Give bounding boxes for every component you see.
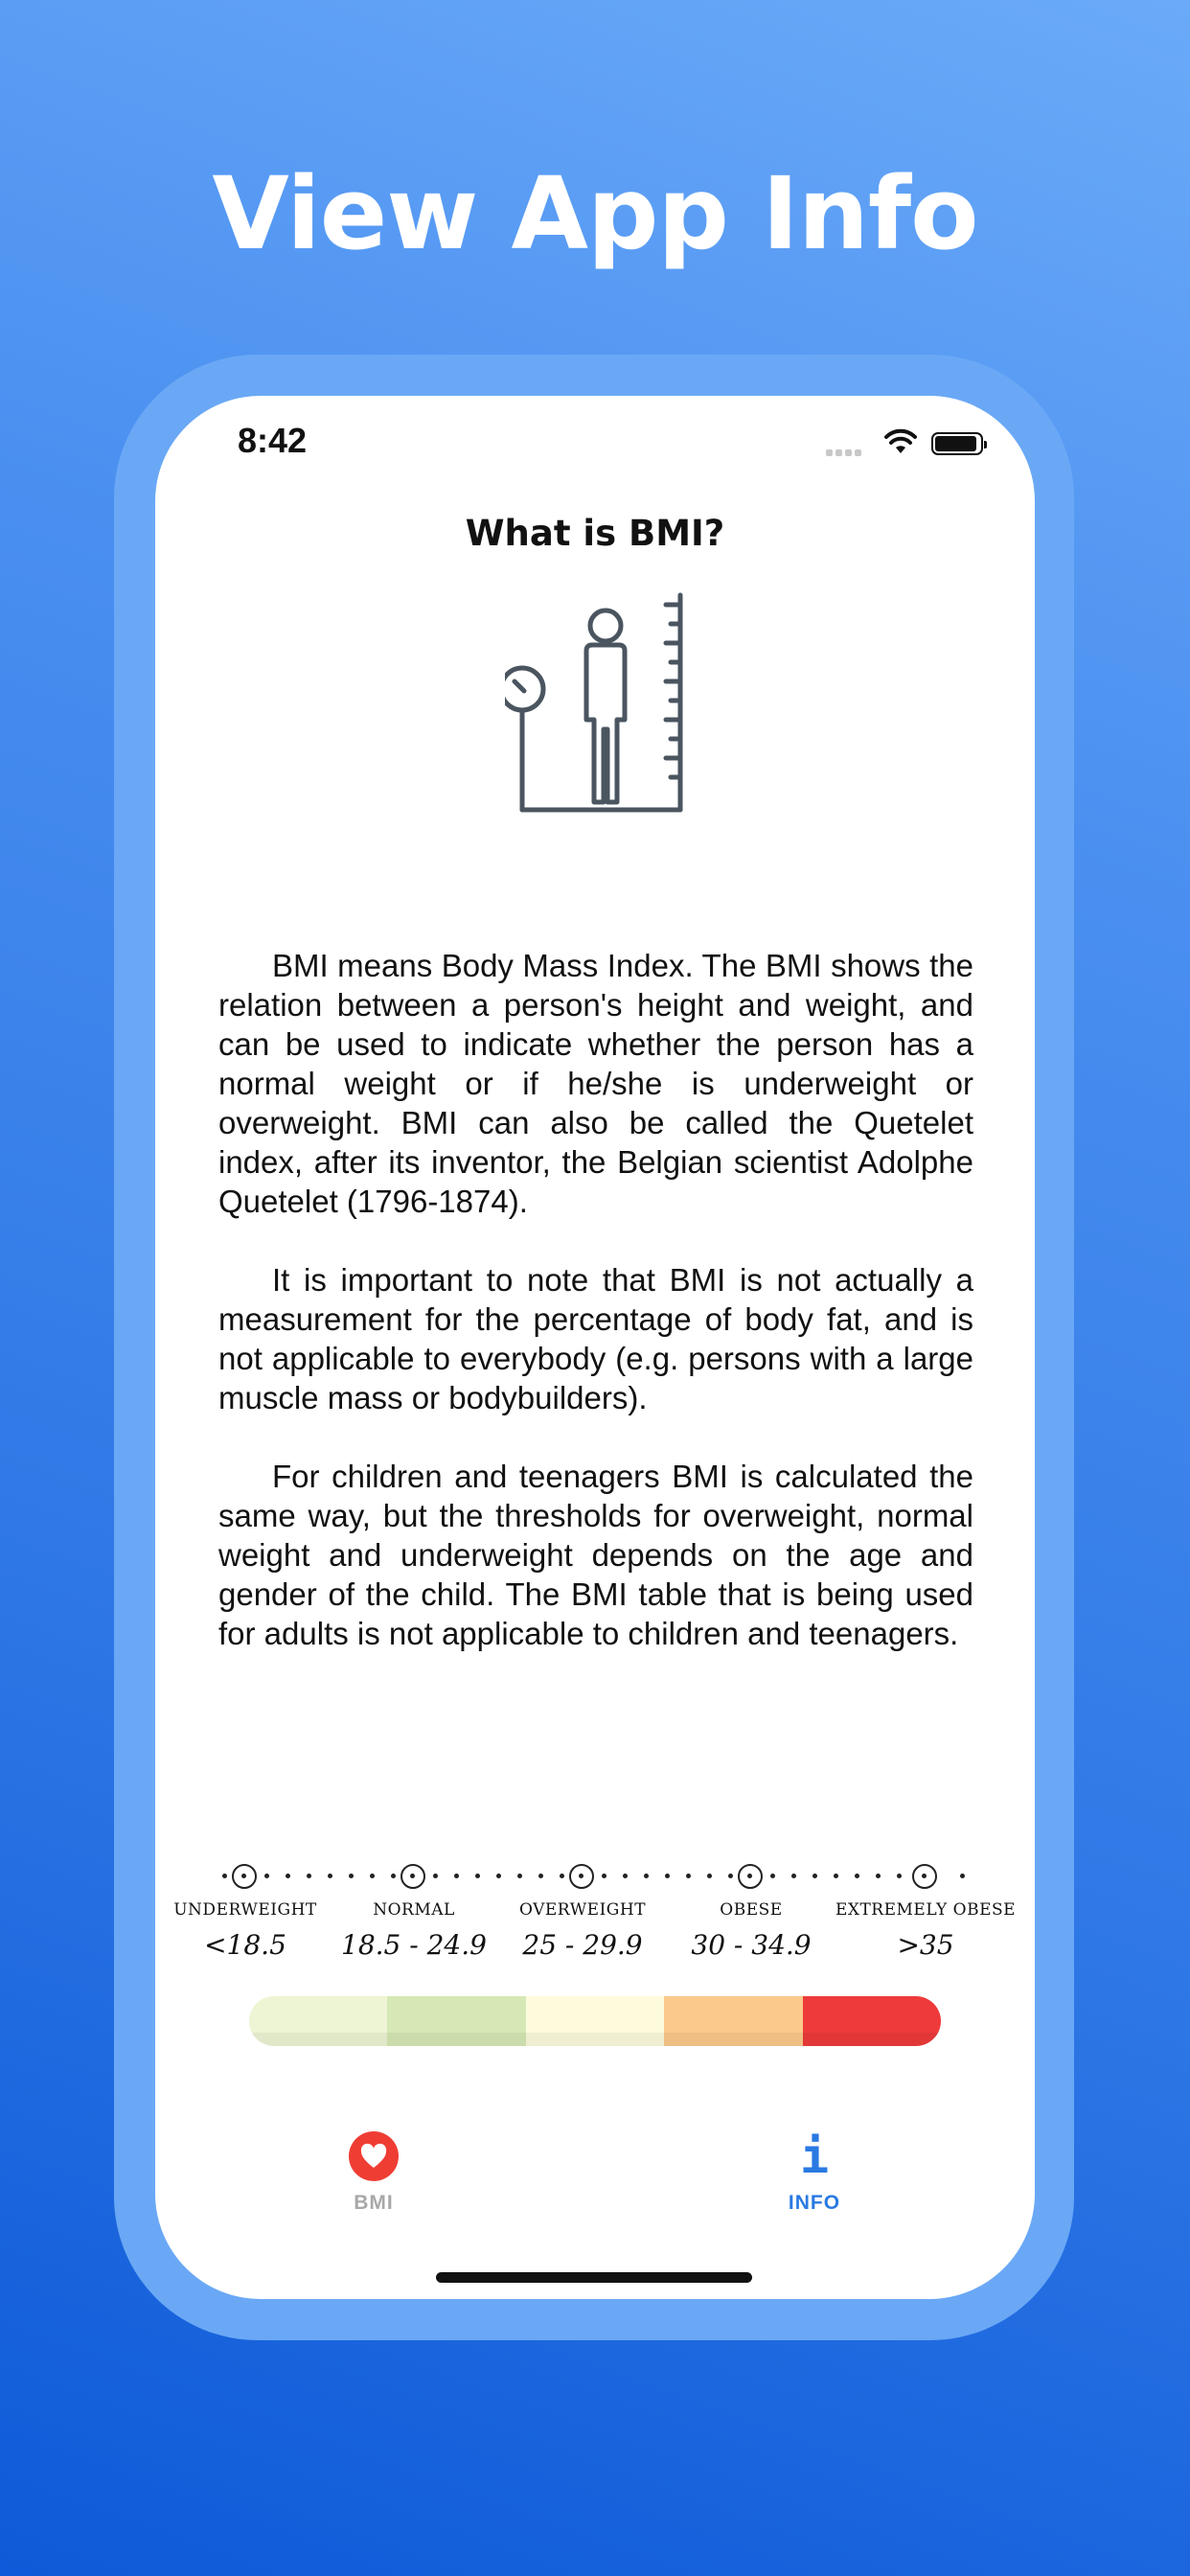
tab-info[interactable]: i INFO <box>719 2130 910 2215</box>
scale-dot <box>707 1874 712 1878</box>
bmi-color-bar <box>249 1996 941 2046</box>
scale-range: >35 <box>897 1929 954 1961</box>
scale-dot <box>370 1874 375 1878</box>
scale-category-extremely-obese: EXTREMELY OBESE >35 <box>830 1900 1021 1961</box>
phone-screen: 8:42 What is BMI? BMI means Body Mass In… <box>155 396 1035 2299</box>
wifi-icon <box>884 428 917 453</box>
scale-range: 18.5 - 24.9 <box>341 1929 487 1961</box>
tab-info-label: INFO <box>788 2192 841 2214</box>
scale-dot <box>728 1874 733 1878</box>
heart-icon <box>348 2130 400 2182</box>
scale-label: NORMAL <box>373 1900 455 1920</box>
scale-label: OBESE <box>720 1900 783 1920</box>
scale-label: OVERWEIGHT <box>518 1900 647 1920</box>
scale-range: <18.5 <box>204 1929 286 1961</box>
scale-dot <box>876 1874 881 1878</box>
info-paragraph-1: BMI means Body Mass Index. The BMI shows… <box>218 948 973 1219</box>
bar-segment-extremely-obese <box>802 1996 941 2046</box>
bar-segment-normal <box>387 1996 527 2046</box>
bar-segment-underweight <box>249 1996 388 2046</box>
scale-dot <box>222 1874 227 1878</box>
info-paragraph-2: It is important to note that BMI is not … <box>218 1262 973 1415</box>
scale-category-normal: NORMAL 18.5 - 24.9 <box>318 1900 510 1961</box>
scale-category-overweight: OVERWEIGHT 25 - 29.9 <box>487 1900 678 1961</box>
scale-category-obese: OBESE 30 - 34.9 <box>655 1900 847 1961</box>
info-paragraph-3: For children and teenagers BMI is calcul… <box>218 1459 973 1651</box>
scale-dot <box>665 1874 670 1878</box>
promo-headline: View App Info <box>212 155 978 272</box>
status-icons <box>826 428 989 459</box>
scale-label: UNDERWEIGHT <box>173 1900 317 1920</box>
scale-dot <box>349 1874 354 1878</box>
scale-dot <box>307 1874 311 1878</box>
scale-range: 25 - 29.9 <box>522 1929 643 1961</box>
scale-dot <box>475 1874 480 1878</box>
scale-dot <box>770 1874 775 1878</box>
person-scale-height-icon <box>505 592 683 813</box>
scale-range: 30 - 34.9 <box>691 1929 812 1961</box>
scale-dot <box>264 1874 269 1878</box>
tab-bmi-label: BMI <box>354 2192 394 2214</box>
scale-dot <box>433 1874 438 1878</box>
scale-dot <box>538 1874 543 1878</box>
scale-marker-icon <box>912 1864 937 1889</box>
scale-dot <box>496 1874 501 1878</box>
scale-dot <box>560 1874 564 1878</box>
home-indicator[interactable] <box>436 2272 752 2283</box>
scale-dot <box>391 1874 396 1878</box>
scale-dot <box>960 1874 965 1878</box>
tab-bar: BMI i INFO <box>155 2130 1035 2236</box>
bar-segment-obese <box>664 1996 804 2046</box>
scale-category-underweight: UNDERWEIGHT <18.5 <box>155 1900 341 1961</box>
status-time: 8:42 <box>238 421 308 460</box>
scale-dot <box>855 1874 859 1878</box>
bar-segment-overweight <box>525 1996 665 2046</box>
tab-bmi[interactable]: BMI <box>278 2130 469 2215</box>
scale-marker-icon <box>738 1864 763 1889</box>
scale-marker-icon <box>232 1864 257 1889</box>
scale-dotted-line <box>222 1862 968 1891</box>
info-icon: i <box>799 2128 830 2184</box>
scale-dot <box>834 1874 838 1878</box>
scale-marker-icon <box>569 1864 594 1889</box>
scale-dot <box>454 1874 459 1878</box>
scale-label: EXTREMELY OBESE <box>835 1900 1017 1920</box>
scale-marker-icon <box>400 1864 425 1889</box>
scale-dot <box>812 1874 817 1878</box>
scale-dot <box>602 1874 606 1878</box>
scale-dot <box>644 1874 649 1878</box>
page-title: What is BMI? <box>465 513 725 554</box>
scale-dot <box>897 1874 902 1878</box>
bmi-info-text: BMI means Body Mass Index. The BMI shows… <box>218 946 973 1692</box>
scale-dot <box>791 1874 796 1878</box>
battery-icon <box>931 432 987 455</box>
scale-dot <box>623 1874 628 1878</box>
cellular-signal-icon <box>826 444 864 461</box>
scale-dot <box>517 1874 522 1878</box>
bmi-category-scale: UNDERWEIGHT <18.5 NORMAL 18.5 - 24.9 OVE… <box>155 1862 1035 1961</box>
scale-dot <box>686 1874 691 1878</box>
scale-dot <box>286 1874 290 1878</box>
scale-dot <box>328 1874 332 1878</box>
